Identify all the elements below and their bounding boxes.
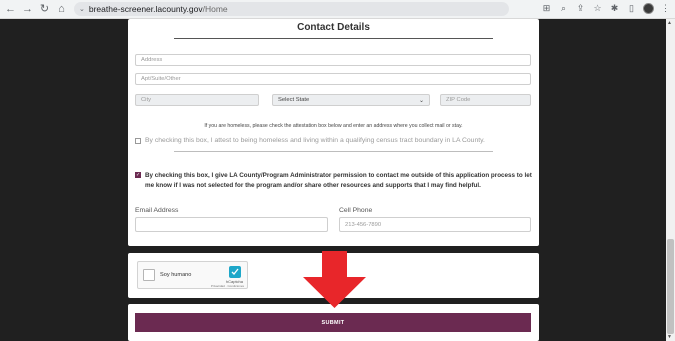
captcha-checkbox[interactable]: [143, 269, 155, 281]
permission-checkbox-row[interactable]: ✓ By checking this box, I give LA County…: [135, 171, 537, 190]
page-scrollbar[interactable]: ▲ ▼: [666, 19, 675, 341]
permission-checkbox-label: By checking this box, I give LA County/P…: [145, 172, 532, 189]
scroll-thumb[interactable]: [667, 239, 674, 334]
hcaptcha-logo-icon: [229, 266, 241, 278]
state-selected: Select State: [278, 97, 310, 103]
chevron-down-icon: ⌄: [418, 98, 424, 104]
red-arrow-down-icon: [303, 251, 366, 308]
translate-icon[interactable]: ⊞: [541, 3, 552, 14]
submit-button[interactable]: SUBMIT: [135, 313, 531, 332]
homeless-checkbox[interactable]: [135, 138, 141, 144]
browser-toolbar: ← → ↻ ⌂ ⌄ breathe-screener.lacounty.gov /…: [0, 0, 675, 19]
phone-label: Cell Phone: [339, 207, 373, 214]
back-icon[interactable]: ←: [4, 3, 17, 16]
profile-avatar[interactable]: [643, 3, 654, 14]
address-bar[interactable]: ⌄ breathe-screener.lacounty.gov/Home: [74, 2, 509, 16]
home-icon[interactable]: ⌂: [55, 3, 68, 16]
bookmark-star-icon[interactable]: ☆: [592, 3, 603, 14]
section-divider: [174, 151, 493, 152]
homeless-checkbox-row[interactable]: By checking this box, I attest to being …: [135, 137, 485, 144]
captcha-label: Soy humano: [160, 272, 192, 278]
extensions-icon[interactable]: ✱: [609, 3, 620, 14]
site-info-icon[interactable]: ⌄: [79, 5, 85, 13]
url-host: breathe-screener.lacounty.gov: [88, 4, 203, 14]
email-label: Email Address: [135, 207, 179, 214]
zip-placeholder: ZIP Code: [446, 97, 471, 103]
phone-placeholder: 213-456-7890: [345, 221, 382, 228]
scroll-up-icon[interactable]: ▲: [667, 20, 672, 26]
address-placeholder: Address: [141, 57, 163, 63]
captcha-links[interactable]: Privacidad · Condiciones: [211, 284, 244, 288]
homeless-checkbox-label: By checking this box, I attest to being …: [145, 137, 485, 144]
section-title: Contact Details: [297, 22, 370, 33]
forward-icon[interactable]: →: [21, 3, 34, 16]
contact-details-card: Contact Details Address Apt/Suite/Other …: [128, 19, 539, 246]
zip-input[interactable]: ZIP Code: [440, 94, 531, 106]
email-input[interactable]: [135, 217, 328, 232]
submit-card: SUBMIT: [128, 304, 539, 341]
title-divider: [174, 38, 493, 39]
hcaptcha-widget: Soy humano hCaptcha Privacidad · Condici…: [137, 261, 248, 289]
share-icon[interactable]: ⇪: [575, 3, 586, 14]
apt-placeholder: Apt/Suite/Other: [141, 76, 181, 82]
homeless-note: If you are homeless, please check the at…: [204, 123, 463, 129]
state-select[interactable]: Select State ⌄: [272, 94, 430, 106]
menu-icon[interactable]: ⋮: [660, 3, 671, 14]
city-input[interactable]: City: [135, 94, 259, 106]
zoom-icon[interactable]: ⌕: [558, 3, 569, 14]
side-panel-icon[interactable]: ▯: [626, 3, 637, 14]
apt-suite-input[interactable]: Apt/Suite/Other: [135, 73, 531, 85]
reload-icon[interactable]: ↻: [38, 3, 51, 16]
city-placeholder: City: [141, 97, 151, 103]
permission-checkbox[interactable]: ✓: [135, 172, 141, 178]
phone-input[interactable]: 213-456-7890: [339, 217, 531, 232]
address-input[interactable]: Address: [135, 54, 531, 66]
url-path: /Home: [202, 4, 228, 14]
scroll-down-icon[interactable]: ▼: [667, 334, 672, 340]
